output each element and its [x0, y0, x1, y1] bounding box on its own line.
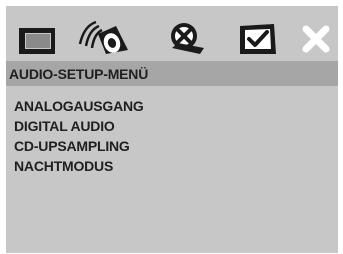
menu-list: ANALOGAUSGANG DIGITAL AUDIO CD-UPSAMPLIN…	[14, 96, 144, 176]
audio-setup-icon	[78, 20, 128, 54]
menu-item-digital-audio[interactable]: DIGITAL AUDIO	[14, 116, 144, 136]
video-setup-icon	[171, 23, 204, 54]
setup-menu-panel: AUDIO-SETUP-MENÜ ANALOGAUSGANG DIGITAL A…	[6, 6, 338, 253]
menu-item-night-mode[interactable]: NACHTMODUS	[14, 156, 144, 176]
tab-exit[interactable]	[298, 20, 334, 58]
menu-title-bar: AUDIO-SETUP-MENÜ	[6, 61, 338, 86]
tab-general-setup[interactable]	[14, 20, 60, 58]
tab-preferences[interactable]	[234, 20, 280, 58]
tab-audio-setup[interactable]	[76, 20, 132, 58]
exit-icon	[302, 25, 330, 53]
tab-video-setup[interactable]	[164, 20, 208, 58]
general-setup-icon	[19, 28, 55, 54]
preferences-icon	[240, 24, 276, 54]
menu-title: AUDIO-SETUP-MENÜ	[9, 66, 149, 82]
menu-item-cd-upsampling[interactable]: CD-UPSAMPLING	[14, 136, 144, 156]
menu-item-analog-output[interactable]: ANALOGAUSGANG	[14, 96, 144, 116]
